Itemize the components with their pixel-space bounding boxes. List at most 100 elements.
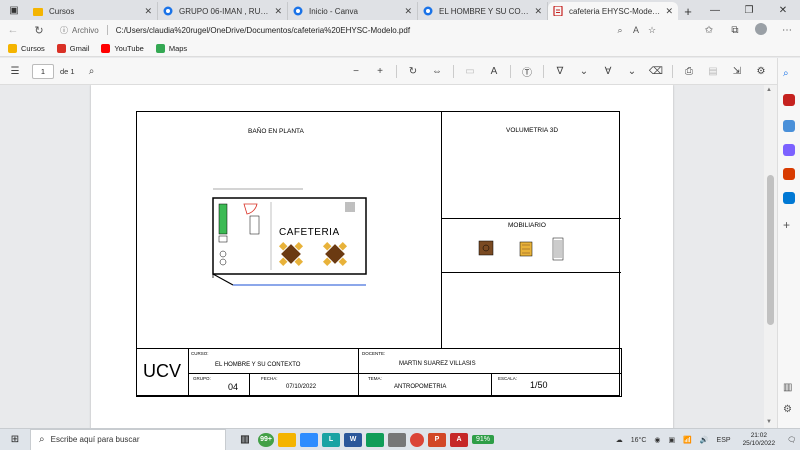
- chevron-down-icon[interactable]: ⌄: [620, 66, 644, 77]
- read-aloud-icon[interactable]: A: [482, 66, 506, 77]
- clock[interactable]: 21:02 25/10/2022: [743, 432, 776, 448]
- profile-avatar[interactable]: [748, 22, 774, 38]
- close-tab-icon[interactable]: ✕: [534, 6, 542, 17]
- edge-icon[interactable]: [366, 432, 384, 447]
- search-icon[interactable]: ⌕: [783, 68, 795, 80]
- favorite-star-icon[interactable]: ☆: [644, 25, 660, 36]
- bookmark-youtube[interactable]: YouTube: [101, 43, 144, 53]
- tab-grupo[interactable]: GRUPO 06-IMAN , RUGEL - F ✕: [158, 2, 288, 20]
- vertical-scrollbar[interactable]: ▲ ▼: [764, 85, 777, 428]
- chrome-icon[interactable]: [410, 432, 424, 447]
- zoom-in-icon[interactable]: +: [368, 66, 392, 77]
- chrome-icon: [423, 6, 433, 16]
- fit-page-icon[interactable]: ⇔: [425, 66, 449, 77]
- eraser-icon[interactable]: ⌫: [644, 66, 668, 77]
- close-tab-icon[interactable]: ✕: [665, 6, 673, 17]
- chevron-down-icon[interactable]: ⌄: [572, 66, 596, 77]
- office-icon[interactable]: [783, 168, 795, 180]
- zoom-icon[interactable]: ⌕: [612, 25, 628, 36]
- tab-label: Cursos: [49, 6, 75, 16]
- scrollbar-thumb[interactable]: [767, 175, 774, 325]
- zoom-out-icon[interactable]: −: [344, 66, 368, 77]
- scroll-down-icon[interactable]: ▼: [766, 419, 772, 425]
- add-icon[interactable]: +: [783, 218, 795, 232]
- close-tab-icon[interactable]: ✕: [144, 6, 152, 17]
- tray-icon[interactable]: ◉: [654, 436, 660, 444]
- language-indicator[interactable]: ESP: [717, 437, 731, 444]
- divider: [358, 348, 359, 397]
- pdf-viewer[interactable]: BAÑO EN PLANTA VOLUMETRIA 3D MOBILIARIO: [0, 85, 764, 428]
- address-bar[interactable]: ⓘ Archivo C:/Users/claudia%20rugel/OneDr…: [60, 22, 660, 38]
- info-icon[interactable]: ⓘ: [60, 25, 72, 36]
- zoom-app-icon[interactable]: [300, 432, 318, 447]
- save-icon[interactable]: ▤: [701, 66, 725, 77]
- settings-gear-icon[interactable]: ⚙: [783, 404, 795, 416]
- app-l-icon[interactable]: L: [322, 432, 340, 447]
- outlook-icon[interactable]: [783, 192, 795, 204]
- docente-value: MARTIN SUAREZ VILLASIS: [399, 361, 476, 367]
- tab-cursos[interactable]: Cursos ✕: [28, 2, 158, 20]
- page-number-input[interactable]: 1: [32, 63, 54, 79]
- taskbar-search[interactable]: ⌕ Escribe aquí para buscar: [30, 428, 226, 450]
- collections-icon[interactable]: ⧉: [722, 25, 748, 36]
- powerpoint-icon[interactable]: P: [428, 432, 446, 447]
- print-icon[interactable]: ⎙: [677, 66, 701, 77]
- tray-icon[interactable]: ▣: [668, 436, 675, 444]
- battery-indicator[interactable]: 91%: [472, 435, 495, 444]
- edge-sidebar: ⌕ + ▥ ⚙: [777, 58, 800, 428]
- autocad-icon[interactable]: A: [450, 432, 468, 447]
- cafeteria-label: CAFETERIA: [279, 227, 340, 238]
- add-text-icon[interactable]: Ⓣ: [515, 64, 539, 79]
- draw-icon[interactable]: ∀: [596, 66, 620, 77]
- tab-actions-icon[interactable]: ▣: [0, 0, 28, 20]
- contents-icon[interactable]: ☰: [4, 66, 26, 77]
- scroll-up-icon[interactable]: ▲: [766, 87, 772, 93]
- file-explorer-icon[interactable]: [278, 432, 296, 447]
- bookmark-gmail[interactable]: Gmail: [56, 43, 89, 53]
- restore-icon[interactable]: ❐: [732, 0, 766, 20]
- windows-start-icon[interactable]: ⊞: [0, 434, 30, 445]
- furniture-drawing: [478, 237, 564, 261]
- more-menu-icon[interactable]: ⋯: [774, 25, 800, 36]
- divider: [396, 65, 397, 78]
- url-text[interactable]: C:/Users/claudia%20rugel/OneDrive/Docume…: [116, 26, 612, 35]
- close-window-icon[interactable]: ✕: [766, 0, 800, 20]
- grupo-value: 04: [228, 382, 239, 392]
- weather-temp[interactable]: 16°C: [631, 437, 647, 444]
- tab-canva[interactable]: Inicio - Canva ✕: [288, 2, 418, 20]
- read-aloud-icon[interactable]: A: [628, 25, 644, 35]
- notification-badge[interactable]: 99+: [258, 432, 274, 447]
- tab-hombre-contexto[interactable]: EL HOMBRE Y SU CONTEXTO ✕: [418, 2, 548, 20]
- minimize-icon[interactable]: —: [698, 0, 732, 20]
- favorites-icon[interactable]: ✩: [696, 25, 722, 36]
- settings-app-icon[interactable]: [388, 432, 406, 447]
- new-tab-button[interactable]: +: [678, 2, 698, 20]
- maps-icon: [155, 43, 165, 53]
- highlight-icon[interactable]: ∇: [548, 66, 572, 77]
- tools-icon[interactable]: [783, 120, 795, 132]
- search-icon: ⌕: [39, 434, 45, 445]
- bookmark-cursos[interactable]: Cursos: [8, 43, 45, 53]
- sidebar-toggle-icon[interactable]: ▥: [783, 382, 795, 394]
- search-icon[interactable]: ⌕: [81, 66, 103, 77]
- games-icon[interactable]: [783, 144, 795, 156]
- reload-icon[interactable]: ↻: [26, 20, 52, 40]
- weather-icon[interactable]: ☁: [616, 436, 623, 444]
- close-tab-icon[interactable]: ✕: [404, 6, 412, 17]
- bookmark-maps[interactable]: Maps: [155, 43, 187, 53]
- page-view-icon[interactable]: ▭: [458, 66, 482, 77]
- shopping-icon[interactable]: [783, 94, 795, 106]
- word-icon[interactable]: W: [344, 432, 362, 447]
- task-view-icon[interactable]: ▥: [236, 433, 254, 447]
- back-icon[interactable]: ←: [0, 20, 26, 40]
- grupo-label: GRUPO:: [193, 376, 211, 381]
- network-icon[interactable]: 📶: [683, 436, 692, 444]
- volume-icon[interactable]: 🔊: [700, 436, 709, 444]
- close-tab-icon[interactable]: ✕: [274, 6, 282, 17]
- furniture-title: MOBILIARIO: [508, 222, 546, 229]
- save-as-icon[interactable]: ⇲: [725, 66, 749, 77]
- notifications-icon[interactable]: 🗨: [787, 436, 796, 444]
- tab-cafeteria-pdf[interactable]: cafeteria EHYSC-Modelo.pdf ✕: [548, 2, 678, 20]
- rotate-icon[interactable]: ↻: [401, 66, 425, 77]
- settings-gear-icon[interactable]: ⚙: [749, 66, 773, 77]
